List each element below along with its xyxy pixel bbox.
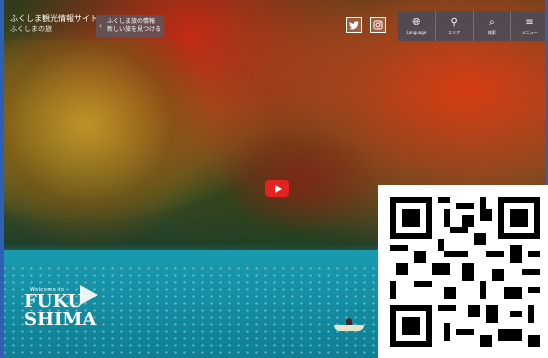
video-play-button[interactable] <box>265 180 289 197</box>
map-pin-icon: ⚲ <box>450 16 458 28</box>
page: ふくしま観光情報サイト ふくしまの旅 ‹ ふくしま旅の情報 新しい旅を見つける … <box>0 0 548 358</box>
twitter-icon[interactable] <box>346 17 362 33</box>
play-icon <box>274 184 282 193</box>
qr-code <box>390 197 540 347</box>
nav-search[interactable]: ⌕ 検索 <box>472 11 511 41</box>
search-icon: ⌕ <box>489 16 495 28</box>
site-subtitle: ふくしまの旅 <box>10 25 52 33</box>
red-foliage <box>210 120 390 240</box>
nav-label: 検索 <box>487 29 496 35</box>
logo-line2: SHIMA <box>24 309 97 330</box>
notice-line1: ふくしま旅の情報 <box>107 18 156 25</box>
nav-area[interactable]: ⚲ エリア <box>434 11 473 41</box>
qr-code-panel <box>378 185 548 358</box>
global-nav: 🌐︎ Language ⚲ エリア ⌕ 検索 ≡ メニュー <box>398 11 548 41</box>
chevron-left-icon: ‹ <box>99 22 102 30</box>
rowboat <box>334 318 364 331</box>
notice-button[interactable]: ‹ ふくしま旅の情報 新しい旅を見つける <box>96 15 164 38</box>
menu-icon: ≡ <box>525 16 534 28</box>
nav-language[interactable]: 🌐︎ Language <box>398 11 435 41</box>
nav-label: Language <box>406 29 427 35</box>
globe-icon: 🌐︎ <box>412 16 421 28</box>
notice-line2: 新しい旅を見つける <box>107 26 162 33</box>
nav-label: メニュー <box>521 29 538 35</box>
boat-hull <box>334 325 364 331</box>
autumn-trees <box>0 40 220 250</box>
nav-label: エリア <box>448 29 461 35</box>
arrow-icon <box>80 285 98 305</box>
site-title-text: ふくしま観光情報サイト <box>10 14 98 23</box>
fukushima-logo: Welcome to FUKU SHIMA <box>24 285 98 330</box>
site-title[interactable]: ふくしま観光情報サイト ふくしまの旅 <box>10 14 98 34</box>
instagram-icon[interactable] <box>370 17 386 33</box>
left-border <box>0 0 4 358</box>
nav-menu[interactable]: ≡ メニュー <box>510 11 548 41</box>
